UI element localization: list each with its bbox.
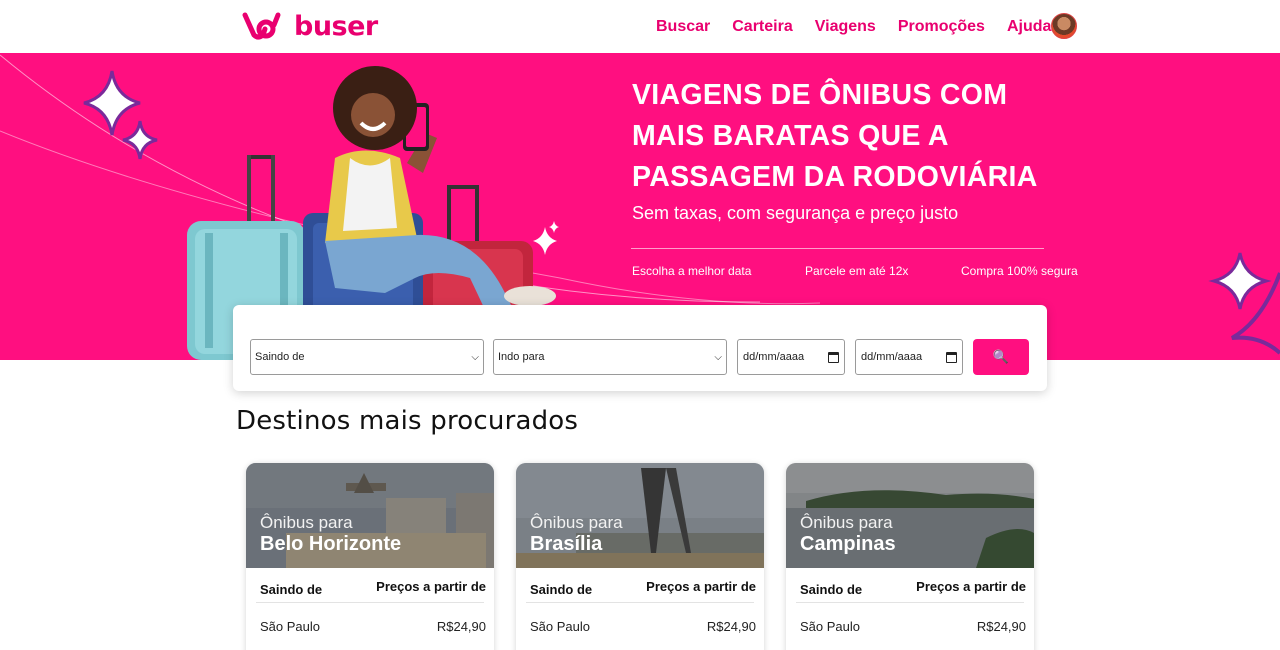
card-origin: São Paulo xyxy=(530,619,590,634)
destination-select[interactable]: Indo para ⌵ xyxy=(493,339,727,375)
card-price: R$24,90 xyxy=(976,619,1026,634)
hero-title-line-3: PASSAGEM DA RODOVIÁRIA xyxy=(632,161,1038,193)
feature-best-date: Escolha a melhor data xyxy=(632,264,752,278)
user-avatar[interactable] xyxy=(1051,13,1077,39)
chevron-down-icon: ⌵ xyxy=(714,351,722,363)
card-price-label: Preços a partir de xyxy=(376,579,486,594)
card-pre-title: Ônibus para xyxy=(260,513,353,532)
card-city: Belo Horizonte xyxy=(260,533,402,555)
card-price: R$24,90 xyxy=(436,619,486,634)
origin-select-value: Saindo de xyxy=(255,351,305,363)
hero-title-line-1: VIAGENS DE ÔNIBUS COM xyxy=(632,79,1008,111)
nav-ajuda[interactable]: Ajuda xyxy=(1007,18,1051,36)
nav-promocoes[interactable]: Promoções xyxy=(898,18,985,36)
chevron-down-icon: ⌵ xyxy=(471,351,479,363)
feature-secure-purchase: Compra 100% segura xyxy=(961,264,1078,278)
card-from-label: Saindo de xyxy=(530,582,593,597)
card-city: Campinas xyxy=(800,533,896,555)
departure-date-input[interactable]: dd/mm/aaaa xyxy=(737,339,845,375)
hero-subtitle: Sem taxas, com segurança e preço justo xyxy=(632,203,959,223)
departure-date-placeholder: dd/mm/aaaa xyxy=(743,351,805,363)
return-date-placeholder: dd/mm/aaaa xyxy=(861,351,923,363)
hero-title-line-2: MAIS BARATAS QUE A xyxy=(632,120,949,152)
buser-logo[interactable]: buser xyxy=(242,10,378,42)
nav-carteira[interactable]: Carteira xyxy=(732,18,792,36)
nav-viagens[interactable]: Viagens xyxy=(815,18,876,36)
card-price: R$24,90 xyxy=(706,619,756,634)
main-nav: Buscar Carteira Viagens Promoções Ajuda xyxy=(656,18,1051,36)
card-from-label: Saindo de xyxy=(260,582,323,597)
popular-destinations-title: Destinos mais procurados xyxy=(236,406,579,436)
origin-select[interactable]: Saindo de ⌵ xyxy=(250,339,484,375)
return-date-input[interactable]: dd/mm/aaaa xyxy=(855,339,963,375)
logo-text: buser xyxy=(294,10,378,42)
card-divider xyxy=(796,602,1024,603)
destination-card-belo-horizonte[interactable]: Ônibus para Belo Horizonte Saindo de Pre… xyxy=(246,463,494,650)
card-price-label: Preços a partir de xyxy=(916,579,1026,594)
card-divider xyxy=(256,602,484,603)
card-city: Brasília xyxy=(530,533,603,555)
card-pre-title: Ônibus para xyxy=(530,513,623,532)
card-origin: São Paulo xyxy=(800,619,860,634)
card-divider xyxy=(526,602,754,603)
calendar-icon[interactable] xyxy=(828,351,839,363)
destination-card-brasilia[interactable]: Ônibus para Brasília Saindo de Preços a … xyxy=(516,463,764,650)
destination-select-value: Indo para xyxy=(498,351,545,363)
calendar-icon[interactable] xyxy=(946,351,957,363)
buser-logo-icon xyxy=(242,12,281,40)
card-pre-title: Ônibus para xyxy=(800,513,893,532)
hero-title: VIAGENS DE ÔNIBUS COM MAIS BARATAS QUE A… xyxy=(632,75,1082,198)
search-icon: 🔍 xyxy=(992,349,1010,364)
hero-divider xyxy=(631,248,1044,249)
feature-installments: Parcele em até 12x xyxy=(805,264,909,278)
search-button[interactable]: 🔍 xyxy=(973,339,1029,375)
nav-buscar[interactable]: Buscar xyxy=(656,18,710,36)
card-origin: São Paulo xyxy=(260,619,320,634)
top-header: buser Buscar Carteira Viagens Promoções … xyxy=(0,0,1280,53)
destination-card-campinas[interactable]: Ônibus para Campinas Saindo de Preços a … xyxy=(786,463,1034,650)
card-price-label: Preços a partir de xyxy=(646,579,756,594)
card-from-label: Saindo de xyxy=(800,582,863,597)
search-form: Saindo de ⌵ Indo para ⌵ dd/mm/aaaa dd/mm… xyxy=(233,305,1047,391)
